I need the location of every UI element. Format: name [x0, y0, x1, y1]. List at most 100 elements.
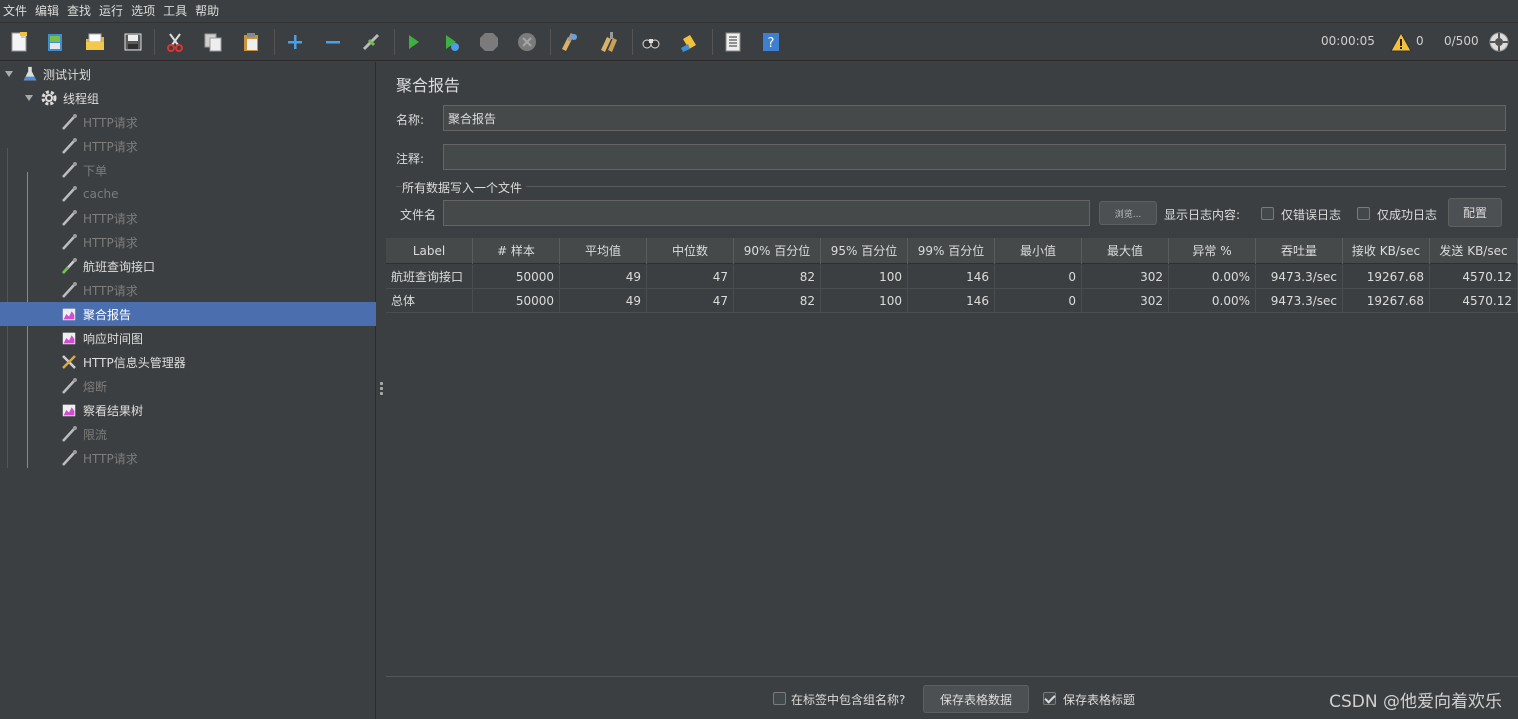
- browse-button[interactable]: 浏览...: [1099, 201, 1157, 225]
- graph-icon: [60, 329, 78, 347]
- tree-label: 下单: [83, 163, 108, 178]
- cut-icon[interactable]: [162, 29, 188, 55]
- errors-only-checkbox[interactable]: [1261, 207, 1274, 220]
- comment-input[interactable]: [443, 144, 1506, 170]
- menu-file[interactable]: 文件: [0, 0, 31, 23]
- gear-icon: [40, 89, 58, 107]
- tree-node[interactable]: HTTP请求: [0, 446, 376, 470]
- tree-node[interactable]: 熔断: [0, 374, 376, 398]
- tree-label: HTTP请求: [83, 139, 138, 154]
- stop-icon[interactable]: [476, 29, 502, 55]
- search-icon[interactable]: [638, 29, 664, 55]
- table-cell: 146: [908, 289, 995, 313]
- table-row[interactable]: 总体 50000 49 47 82 100 146 0 302 0.00% 9473.3/sec 19…: [386, 289, 1518, 313]
- graph-icon: [60, 305, 78, 323]
- column-header[interactable]: Label: [386, 238, 473, 264]
- menu-run[interactable]: 运行: [95, 0, 127, 23]
- templates-icon[interactable]: [42, 29, 68, 55]
- log-content-label: 显示日志内容:: [1164, 208, 1241, 222]
- success-only-checkbox[interactable]: [1357, 207, 1370, 220]
- tree-node[interactable]: HTTP请求: [0, 230, 376, 254]
- pipette-icon: [60, 449, 78, 467]
- errors-only-label: 仅错误日志: [1281, 208, 1342, 222]
- chevron-down-icon[interactable]: [24, 93, 34, 103]
- tree-label: HTTP请求: [83, 283, 138, 298]
- shutdown-icon[interactable]: [514, 29, 540, 55]
- table-cell: 9473.3/sec: [1256, 289, 1343, 313]
- column-header[interactable]: 异常 %: [1169, 238, 1256, 264]
- collapse-icon[interactable]: [320, 29, 346, 55]
- help-icon[interactable]: ?: [758, 29, 784, 55]
- configure-button[interactable]: 配置: [1448, 198, 1502, 227]
- splitter-grip-icon[interactable]: [380, 382, 383, 396]
- tree-node[interactable]: 航班查询接口: [0, 254, 376, 278]
- tree-node[interactable]: 响应时间图: [0, 326, 376, 350]
- expand-icon[interactable]: [282, 29, 308, 55]
- tree-node[interactable]: 聚合报告: [0, 302, 376, 326]
- menu-search[interactable]: 查找: [63, 0, 95, 23]
- column-header[interactable]: # 样本: [473, 238, 560, 264]
- open-icon[interactable]: [82, 29, 108, 55]
- success-only-label: 仅成功日志: [1377, 208, 1438, 222]
- column-header[interactable]: 中位数: [647, 238, 734, 264]
- tree-node[interactable]: 限流: [0, 422, 376, 446]
- tree-label: 测试计划: [43, 67, 92, 82]
- filename-label: 文件名: [400, 208, 437, 222]
- column-header[interactable]: 发送 KB/sec: [1430, 238, 1518, 264]
- reset-search-icon[interactable]: [676, 29, 702, 55]
- column-header[interactable]: 吞吐量: [1256, 238, 1343, 264]
- tree-label: HTTP请求: [83, 211, 138, 226]
- save-header-checkbox[interactable]: [1043, 692, 1056, 705]
- test-plan-tree: 测试计划 线程组 HTTP请求 HTTP请求 下单 cache HTTP请求 HTTP请求…: [0, 62, 376, 719]
- tree-node[interactable]: HTTP请求: [0, 110, 376, 134]
- column-header[interactable]: 99% 百分位: [908, 238, 995, 264]
- clear-icon[interactable]: [556, 29, 582, 55]
- tree-node-thread-group[interactable]: 线程组: [0, 86, 376, 110]
- tree-node[interactable]: HTTP请求: [0, 278, 376, 302]
- column-header[interactable]: 95% 百分位: [821, 238, 908, 264]
- warning-icon[interactable]: [1388, 29, 1414, 55]
- column-header[interactable]: 接收 KB/sec: [1343, 238, 1430, 264]
- column-header[interactable]: 最大值: [1082, 238, 1169, 264]
- tree-node[interactable]: 下单: [0, 158, 376, 182]
- save-icon[interactable]: [120, 29, 146, 55]
- tree-node[interactable]: HTTP请求: [0, 134, 376, 158]
- remote-status-icon[interactable]: [1486, 29, 1512, 55]
- table-cell: 19267.68: [1343, 289, 1430, 313]
- tree-node[interactable]: 察看结果树: [0, 398, 376, 422]
- name-input[interactable]: [443, 105, 1506, 131]
- thread-count: 0/500: [1444, 34, 1479, 48]
- menu-tools[interactable]: 工具: [159, 0, 191, 23]
- menu-help[interactable]: 帮助: [191, 0, 223, 23]
- tree-node[interactable]: HTTP信息头管理器: [0, 350, 376, 374]
- toggle-icon[interactable]: [358, 29, 384, 55]
- include-group-checkbox[interactable]: [773, 692, 786, 705]
- new-icon[interactable]: [6, 29, 32, 55]
- start-no-pause-icon[interactable]: [438, 29, 464, 55]
- column-header[interactable]: 90% 百分位: [734, 238, 821, 264]
- menu-options[interactable]: 选项: [127, 0, 159, 23]
- start-icon[interactable]: [400, 29, 426, 55]
- save-table-button[interactable]: 保存表格数据: [923, 685, 1029, 713]
- table-row[interactable]: 航班查询接口 50000 49 47 82 100 146 0 302 0.00% 9473.3/s…: [386, 265, 1518, 289]
- table-cell: 49: [560, 265, 647, 289]
- copy-icon[interactable]: [200, 29, 226, 55]
- column-header[interactable]: 最小值: [995, 238, 1082, 264]
- pipette-icon: [60, 209, 78, 227]
- paste-icon[interactable]: [238, 29, 264, 55]
- function-helper-icon[interactable]: [720, 29, 746, 55]
- menu-edit[interactable]: 编辑: [31, 0, 63, 23]
- chevron-down-icon[interactable]: [4, 69, 14, 79]
- table-cell: 0.00%: [1169, 289, 1256, 313]
- table-cell: 0.00%: [1169, 265, 1256, 289]
- pipette-icon: [60, 137, 78, 155]
- tree-label: 限流: [83, 427, 108, 442]
- table-cell: 0: [995, 265, 1082, 289]
- filename-input[interactable]: [443, 200, 1090, 226]
- tree-node[interactable]: cache: [0, 182, 376, 206]
- table-cell: 82: [734, 265, 821, 289]
- clear-all-icon[interactable]: [596, 29, 622, 55]
- tree-node[interactable]: HTTP请求: [0, 206, 376, 230]
- column-header[interactable]: 平均值: [560, 238, 647, 264]
- tree-node-test-plan[interactable]: 测试计划: [0, 62, 376, 86]
